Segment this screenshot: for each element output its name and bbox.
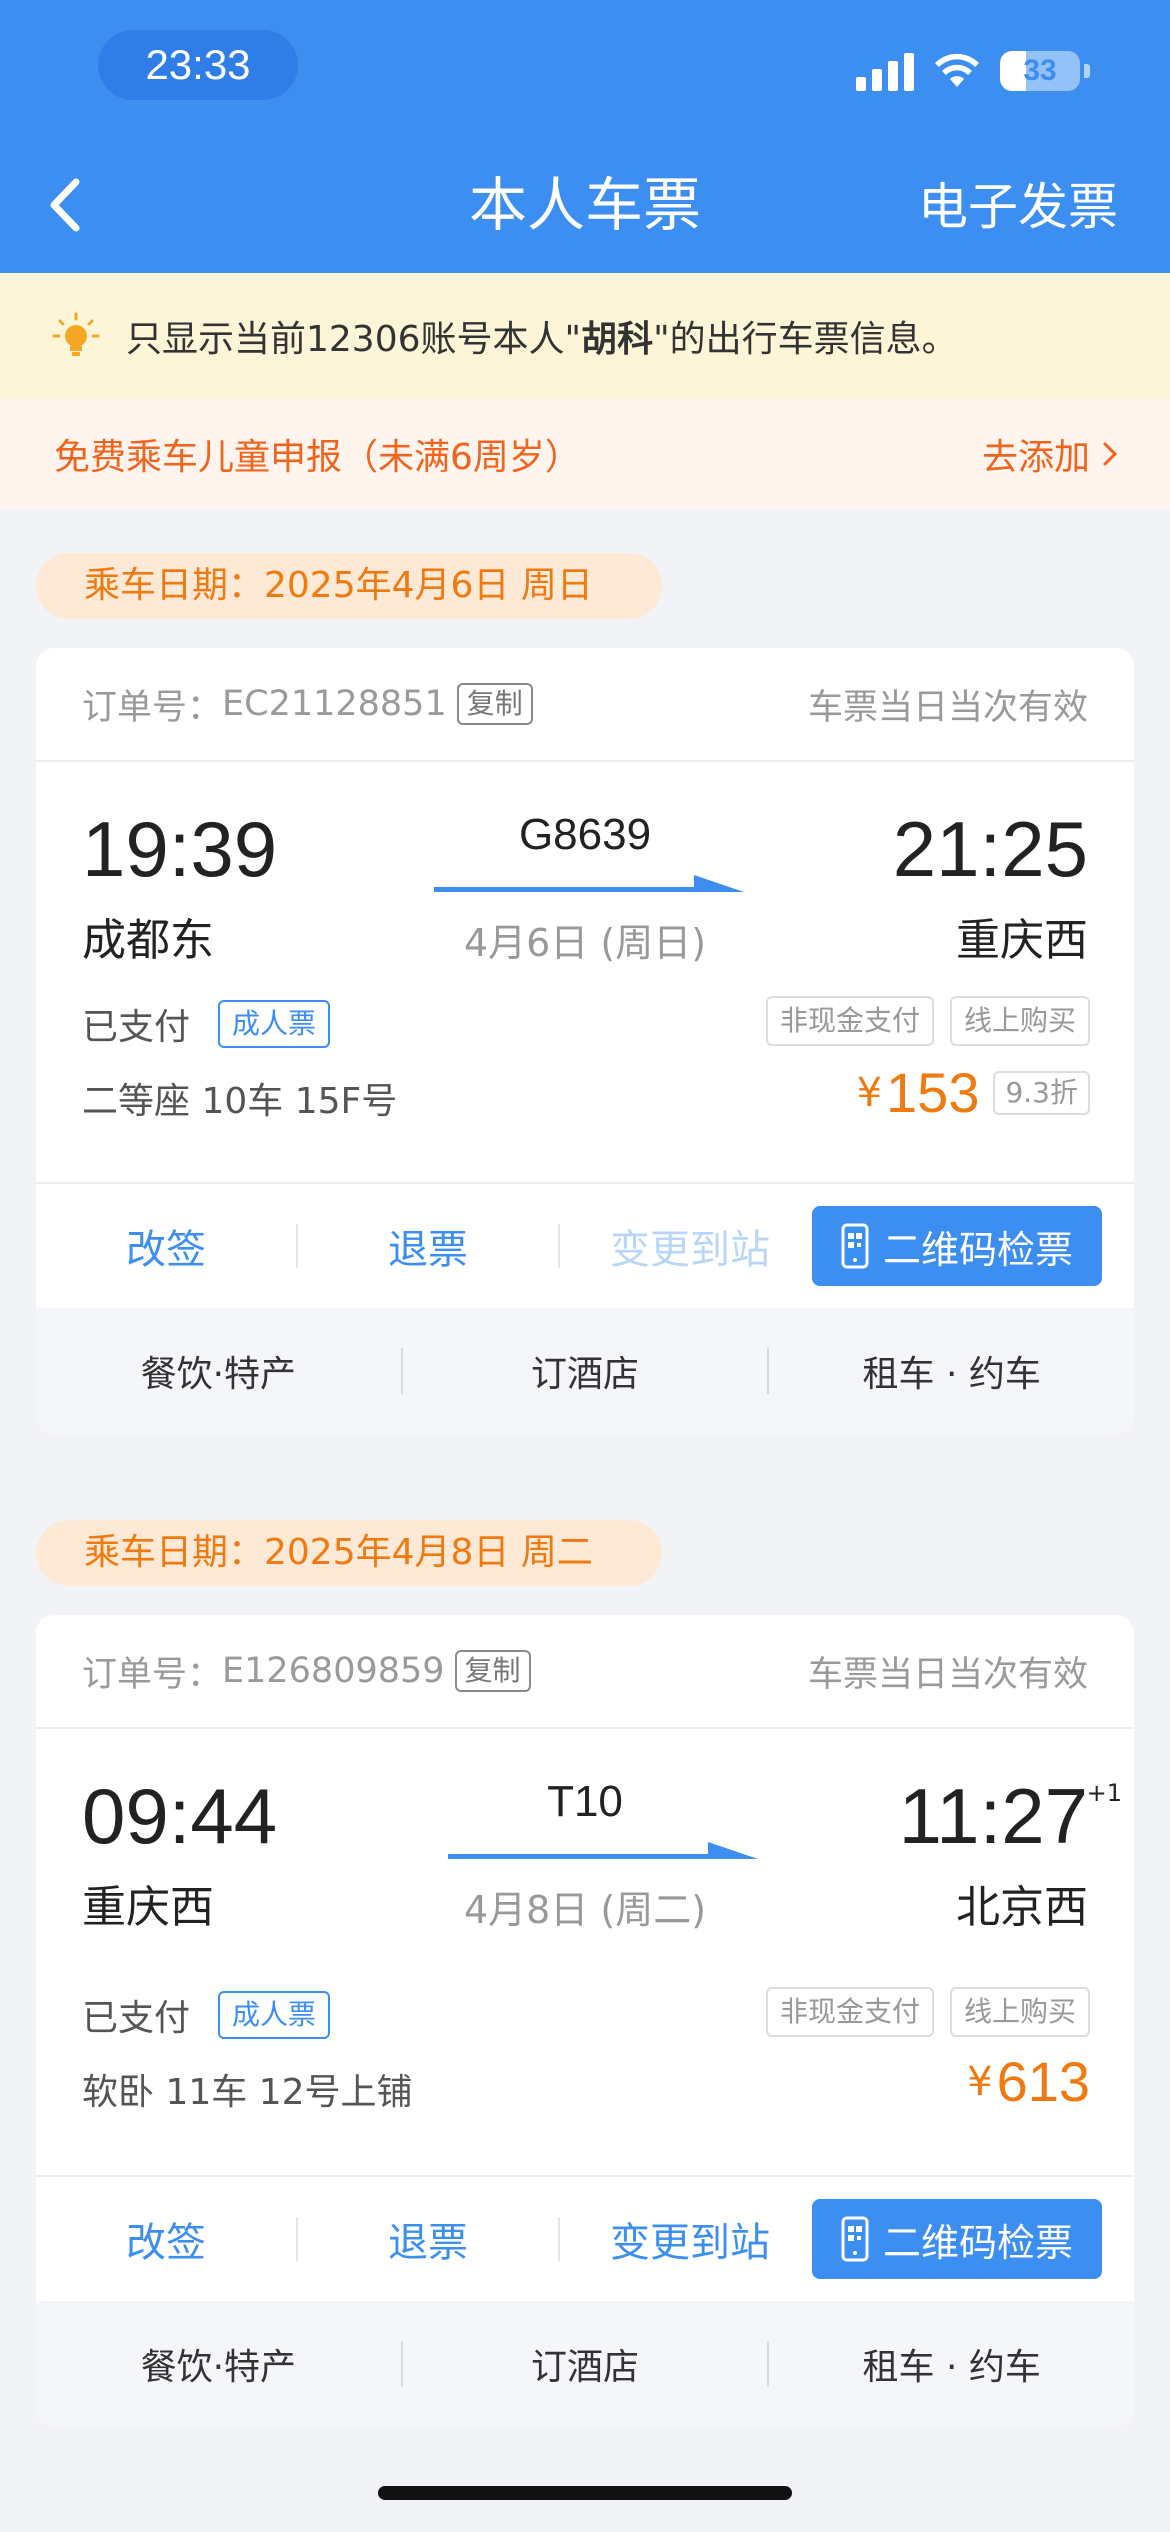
travel-date-pill: 乘车日期：2025年4月8日 周二 xyxy=(36,1520,662,1586)
payment-status: 已支付 成人票 xyxy=(82,1989,331,2041)
trip-info: 19:39 成都东 G8639 4月6日 (周日) 21:25 重庆西 已支付 … xyxy=(36,762,1134,1182)
qr-button-label: 二维码检票 xyxy=(882,2220,1073,2265)
next-day-indicator: +1 xyxy=(1086,1779,1122,1807)
direction-arrow-icon xyxy=(448,1842,758,1859)
child-report-label: 免费乘车儿童申报（未满6周岁） xyxy=(54,437,581,478)
validity-text: 车票当日当次有效 xyxy=(807,687,1088,728)
tag-cashless: 非现金支付 xyxy=(765,996,934,1046)
qr-checkin-button[interactable]: 二维码检票 xyxy=(812,1206,1102,1286)
ticket-card: 订单号： E126809859 复制 车票当日当次有效 09:44 重庆西 T1… xyxy=(36,1615,1134,2427)
ticket-tags: 非现金支付 线上购买 xyxy=(765,1987,1090,2037)
notice-text: 只显示当前12306账号本人"胡科"的出行车票信息。 xyxy=(126,310,958,362)
order-number: 订单号： E126809859 复制 xyxy=(82,1646,531,1697)
ticket-price: ¥ 153 9.3折 xyxy=(857,1060,1090,1125)
ticket-actions: 改签 退票 变更到站 二维码检票 xyxy=(36,1182,1134,1308)
service-bar: 餐饮·特产 订酒店 租车 · 约车 xyxy=(36,1308,1134,1434)
arrival-station: 北京西 xyxy=(956,1882,1088,1933)
notice-bar: 只显示当前12306账号本人"胡科"的出行车票信息。 xyxy=(0,273,1170,399)
battery-nub xyxy=(1084,64,1090,78)
price-value: 613 xyxy=(996,2050,1090,2113)
change-station-button[interactable]: 变更到站 xyxy=(560,2210,820,2268)
order-number: 订单号： EC21128851 复制 xyxy=(82,679,533,730)
service-food[interactable]: 餐饮·特产 xyxy=(36,1345,401,1397)
qr-button-label: 二维码检票 xyxy=(882,1227,1073,1272)
order-label: 订单号： xyxy=(82,687,223,728)
battery-level: 33 xyxy=(1023,54,1057,87)
service-food[interactable]: 餐饮·特产 xyxy=(36,2338,401,2390)
tag-cashless: 非现金支付 xyxy=(765,1987,934,2037)
tag-online: 线上购买 xyxy=(949,1987,1090,2037)
notice-suffix: "的出行车票信息。 xyxy=(653,319,958,360)
service-bar: 餐饮·特产 订酒店 租车 · 约车 xyxy=(36,2301,1134,2427)
change-station-button[interactable]: 变更到站 xyxy=(560,1217,820,1275)
trip-info: 09:44 重庆西 T10 4月8日 (周二) 11:27 +1 北京西 已支付… xyxy=(36,1729,1134,2175)
phone-qr-icon xyxy=(841,1223,869,1269)
battery-icon: 33 xyxy=(1000,51,1080,91)
account-holder-name: 胡科 xyxy=(581,319,654,360)
paid-label: 已支付 xyxy=(82,1998,191,2039)
currency-symbol: ¥ xyxy=(856,1069,883,1116)
ticket-card: 订单号： EC21128851 复制 车票当日当次有效 19:39 成都东 G8… xyxy=(36,648,1134,1434)
wifi-icon xyxy=(935,53,979,87)
direction-arrow-icon xyxy=(434,875,744,892)
arrival-station: 重庆西 xyxy=(956,915,1088,966)
copy-button[interactable]: 复制 xyxy=(454,1650,531,1692)
ticket-actions: 改签 退票 变更到站 二维码检票 xyxy=(36,2175,1134,2301)
service-hotel[interactable]: 订酒店 xyxy=(403,2338,768,2390)
home-indicator xyxy=(378,2486,792,2500)
status-icons: 33 xyxy=(856,46,1090,96)
refund-button[interactable]: 退票 xyxy=(298,1217,558,1275)
seat-info: 软卧 11车 12号上铺 xyxy=(82,2072,413,2113)
notice-prefix: 只显示当前12306账号本人" xyxy=(126,319,582,360)
travel-date-pill: 乘车日期：2025年4月6日 周日 xyxy=(36,553,662,619)
order-value: E126809859 xyxy=(222,1651,445,1691)
child-add-label: 去添加 xyxy=(981,437,1090,478)
phone-qr-icon xyxy=(841,2216,869,2262)
ticket-tags: 非现金支付 线上购买 xyxy=(765,996,1090,1046)
status-time: 23:33 xyxy=(98,30,298,100)
cellular-signal-icon xyxy=(856,51,914,91)
ticket-type-tag: 成人票 xyxy=(218,1991,331,2039)
child-report-bar[interactable]: 免费乘车儿童申报（未满6周岁） 去添加 xyxy=(0,399,1170,509)
paid-label: 已支付 xyxy=(82,1007,191,1048)
ticket-card-header: 订单号： EC21128851 复制 车票当日当次有效 xyxy=(36,648,1134,762)
header-bar: 23:33 33 本人车票 电子发票 xyxy=(0,0,1170,273)
ticket-card-header: 订单号： E126809859 复制 车票当日当次有效 xyxy=(36,1615,1134,1729)
order-value: EC21128851 xyxy=(222,684,447,724)
child-add-button[interactable]: 去添加 xyxy=(982,428,1118,480)
qr-checkin-button[interactable]: 二维码检票 xyxy=(812,2199,1102,2279)
arrival-time: 21:25 xyxy=(892,805,1088,893)
service-car[interactable]: 租车 · 约车 xyxy=(769,2338,1134,2390)
validity-text: 车票当日当次有效 xyxy=(807,1654,1088,1695)
ticket-price: ¥ 613 xyxy=(967,2049,1090,2114)
price-value: 153 xyxy=(886,1061,980,1124)
ticket-type-tag: 成人票 xyxy=(218,1000,331,1048)
lightbulb-icon xyxy=(52,312,100,356)
discount-tag: 9.3折 xyxy=(993,1070,1090,1115)
service-car[interactable]: 租车 · 约车 xyxy=(769,1345,1134,1397)
refund-button[interactable]: 退票 xyxy=(298,2210,558,2268)
e-invoice-link[interactable]: 电子发票 xyxy=(918,172,1118,242)
seat-info: 二等座 10车 15F号 xyxy=(82,1081,398,1122)
service-hotel[interactable]: 订酒店 xyxy=(403,1345,768,1397)
tag-online: 线上购买 xyxy=(949,996,1090,1046)
currency-symbol: ¥ xyxy=(967,2058,993,2105)
arrival-time: 11:27 xyxy=(898,1772,1088,1860)
change-ticket-button[interactable]: 改签 xyxy=(36,1217,296,1275)
chevron-right-icon xyxy=(1103,442,1118,466)
order-label: 订单号： xyxy=(82,1654,223,1695)
payment-status: 已支付 成人票 xyxy=(82,998,331,1050)
change-ticket-button[interactable]: 改签 xyxy=(36,2210,296,2268)
copy-button[interactable]: 复制 xyxy=(456,683,533,725)
